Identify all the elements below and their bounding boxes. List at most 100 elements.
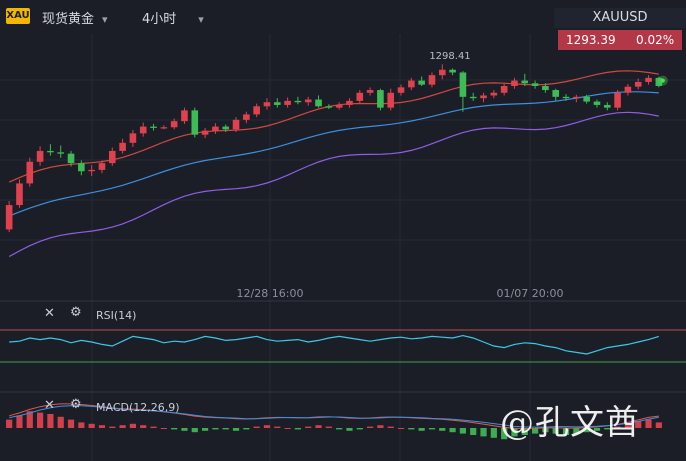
candle-body: [191, 110, 199, 135]
macd-histogram-bar: [655, 422, 662, 428]
candle-body: [47, 150, 54, 153]
macd-histogram-bar: [439, 428, 446, 431]
macd-histogram-bar: [274, 426, 281, 428]
macd-histogram-bar: [397, 428, 405, 429]
rsi-label: RSI(14): [96, 309, 137, 322]
candle-body: [531, 83, 539, 86]
candle-body: [263, 102, 271, 107]
macd-histogram-bar: [470, 428, 477, 435]
candle-body: [88, 169, 95, 172]
macd-histogram-bar: [480, 428, 487, 437]
candle-body: [150, 126, 157, 128]
macd-histogram-bar: [449, 428, 456, 433]
candle-body: [562, 96, 570, 99]
macd-histogram-bar: [418, 428, 425, 431]
macd-histogram-bar: [428, 428, 436, 430]
macd-histogram-bar: [67, 419, 75, 428]
candle-body: [98, 163, 106, 170]
macd-histogram-bar: [57, 416, 64, 428]
candle-body: [335, 104, 343, 108]
macd-histogram-bar: [305, 426, 312, 428]
last-price-dot: [660, 78, 665, 83]
candle-body: [78, 163, 85, 172]
candle-body: [428, 75, 436, 85]
watermark: @孔文酋: [500, 403, 640, 443]
bollinger-middle-line: [8, 91, 659, 217]
candle-body: [511, 80, 518, 86]
macd-histogram-bar: [232, 428, 240, 431]
x-tick-label: 01/07 20:00: [497, 287, 564, 300]
macd-histogram-bar: [243, 428, 250, 430]
candle-body: [181, 110, 188, 122]
macd-histogram-bar: [202, 428, 209, 431]
macd-histogram-bar: [129, 423, 136, 428]
macd-histogram-bar: [37, 412, 44, 428]
candle-body: [377, 90, 384, 108]
candle-body: [593, 101, 601, 105]
macd-label: MACD(12,26,9): [96, 401, 180, 414]
candle-body: [304, 99, 312, 103]
candle-body: [603, 104, 611, 108]
candle-body: [397, 87, 405, 93]
candle-body: [614, 92, 621, 108]
candle-body: [624, 86, 632, 93]
high-price-label: 1298.41: [429, 51, 470, 62]
candle-body: [212, 126, 219, 131]
macd-histogram-bar: [367, 426, 374, 428]
candle-body: [387, 92, 395, 108]
candle-body: [160, 127, 168, 129]
macd-histogram-bar: [191, 428, 198, 433]
rsi-line: [9, 334, 659, 355]
candle-body: [490, 92, 498, 96]
macd-histogram-bar: [140, 425, 147, 428]
candle-body: [119, 142, 126, 151]
macd-histogram-bar: [78, 422, 85, 428]
macd-histogram-bar: [408, 428, 415, 430]
x-tick-label: 12/28 16:00: [237, 287, 304, 300]
candle-body: [438, 69, 446, 76]
candle-body: [294, 100, 302, 103]
candle-body: [366, 90, 374, 93]
candle-body: [500, 86, 508, 93]
candle-body: [26, 161, 34, 184]
candle-body: [139, 126, 147, 134]
rsi-settings-icon[interactable]: ⚙: [70, 305, 82, 320]
candle-body: [315, 99, 322, 107]
macd-histogram-bar: [6, 419, 13, 428]
macd-settings-icon[interactable]: ⚙: [70, 397, 82, 412]
candle-body: [418, 80, 425, 85]
macd-close-icon[interactable]: ✕: [44, 398, 55, 413]
macd-histogram-bar: [356, 428, 363, 430]
candle-body: [232, 119, 240, 130]
candle-body: [480, 95, 487, 99]
macd-histogram-bar: [253, 426, 260, 428]
candle-body: [356, 92, 364, 101]
candle-body: [408, 80, 415, 88]
macd-histogram-bar: [294, 428, 301, 430]
candle-body: [5, 205, 13, 230]
macd-histogram-bar: [284, 428, 291, 429]
macd-histogram-bar: [222, 428, 229, 430]
macd-histogram-bar: [263, 425, 271, 428]
macd-histogram-bar: [315, 425, 322, 428]
price-chart[interactable]: 12/28 16:00 01/07 20:00 1298.41: [0, 0, 686, 461]
candle-body: [645, 77, 652, 82]
candle-body: [469, 96, 477, 99]
candle-body: [201, 130, 209, 135]
candle-body: [583, 96, 590, 102]
candle-body: [273, 102, 281, 105]
macd-histogram-bar: [160, 428, 167, 429]
candle-body: [16, 183, 23, 206]
macd-histogram-bar: [150, 426, 157, 428]
macd-histogram-bar: [47, 414, 54, 428]
macd-histogram-bar: [212, 428, 219, 430]
candle-body: [57, 152, 65, 154]
macd-histogram-bar: [98, 425, 106, 428]
candle-body: [634, 81, 642, 87]
macd-histogram-bar: [16, 415, 23, 428]
rsi-close-icon[interactable]: ✕: [44, 306, 55, 321]
macd-histogram-bar: [88, 423, 95, 428]
candle-body: [170, 121, 178, 128]
macd-histogram-bar: [181, 428, 188, 431]
macd-histogram-bar: [645, 419, 652, 428]
